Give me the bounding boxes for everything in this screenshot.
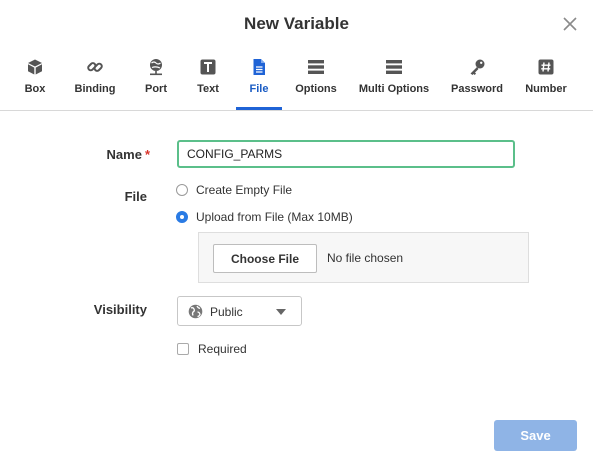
- tab-password[interactable]: Password: [449, 50, 505, 109]
- create-empty-file-label: Create Empty File: [196, 183, 293, 197]
- chevron-down-icon: [276, 309, 286, 315]
- text-icon: [200, 59, 216, 75]
- tab-label: File: [249, 83, 269, 95]
- tab-label: Binding: [74, 83, 116, 95]
- tab-label: Box: [24, 83, 46, 95]
- name-label: Name *: [60, 147, 150, 162]
- visibility-value: Public: [210, 305, 243, 319]
- file-icon: [253, 59, 265, 75]
- required-option[interactable]: Required: [177, 342, 247, 356]
- upload-from-file-option[interactable]: Upload from File (Max 10MB): [176, 209, 353, 225]
- name-input[interactable]: [177, 140, 515, 168]
- tab-label: Options: [295, 83, 337, 95]
- file-upload-box: Choose File No file chosen: [198, 232, 529, 283]
- tab-label: Password: [451, 83, 503, 95]
- create-empty-file-option[interactable]: Create Empty File: [176, 182, 292, 198]
- dialog-title: New Variable: [244, 14, 349, 33]
- close-icon[interactable]: [561, 15, 579, 33]
- file-label: File: [124, 189, 147, 204]
- tab-binding[interactable]: Binding: [70, 50, 120, 109]
- save-button[interactable]: Save: [494, 420, 577, 451]
- tab-multi-options[interactable]: Multi Options: [356, 50, 432, 109]
- tab-port[interactable]: Port: [136, 50, 176, 109]
- required-checkbox[interactable]: [177, 343, 189, 355]
- upload-from-file-radio[interactable]: [176, 211, 188, 223]
- new-variable-dialog: New Variable Box Binding Port Text File …: [0, 0, 593, 465]
- tab-box[interactable]: Box: [14, 50, 56, 109]
- tab-label: Number: [525, 83, 567, 95]
- visibility-label: Visibility: [93, 302, 147, 317]
- choose-file-button[interactable]: Choose File: [213, 244, 317, 273]
- required-checkbox-label: Required: [198, 342, 247, 356]
- cube-icon: [28, 59, 42, 75]
- variable-type-tabs: Box Binding Port Text File Options Multi…: [0, 50, 593, 111]
- tab-label: Multi Options: [358, 83, 430, 95]
- tab-file[interactable]: File: [236, 50, 282, 110]
- globe-icon: [188, 304, 203, 319]
- no-file-chosen-text: No file chosen: [327, 251, 404, 265]
- create-empty-file-radio[interactable]: [176, 184, 188, 196]
- hash-icon: [538, 59, 554, 75]
- upload-from-file-label: Upload from File (Max 10MB): [196, 210, 353, 224]
- required-marker: *: [144, 147, 150, 162]
- tab-label: Port: [145, 83, 167, 95]
- tab-options[interactable]: Options: [293, 50, 339, 109]
- network-icon: [150, 59, 162, 76]
- visibility-select[interactable]: Public: [177, 296, 302, 326]
- name-label-text: Name: [106, 147, 142, 162]
- key-icon: [470, 59, 485, 75]
- list-icon: [308, 60, 324, 74]
- tab-label: Text: [197, 83, 219, 95]
- link-icon: [87, 62, 103, 72]
- tab-number[interactable]: Number: [521, 50, 571, 109]
- tab-text[interactable]: Text: [190, 50, 226, 109]
- multi-list-icon: [386, 60, 402, 74]
